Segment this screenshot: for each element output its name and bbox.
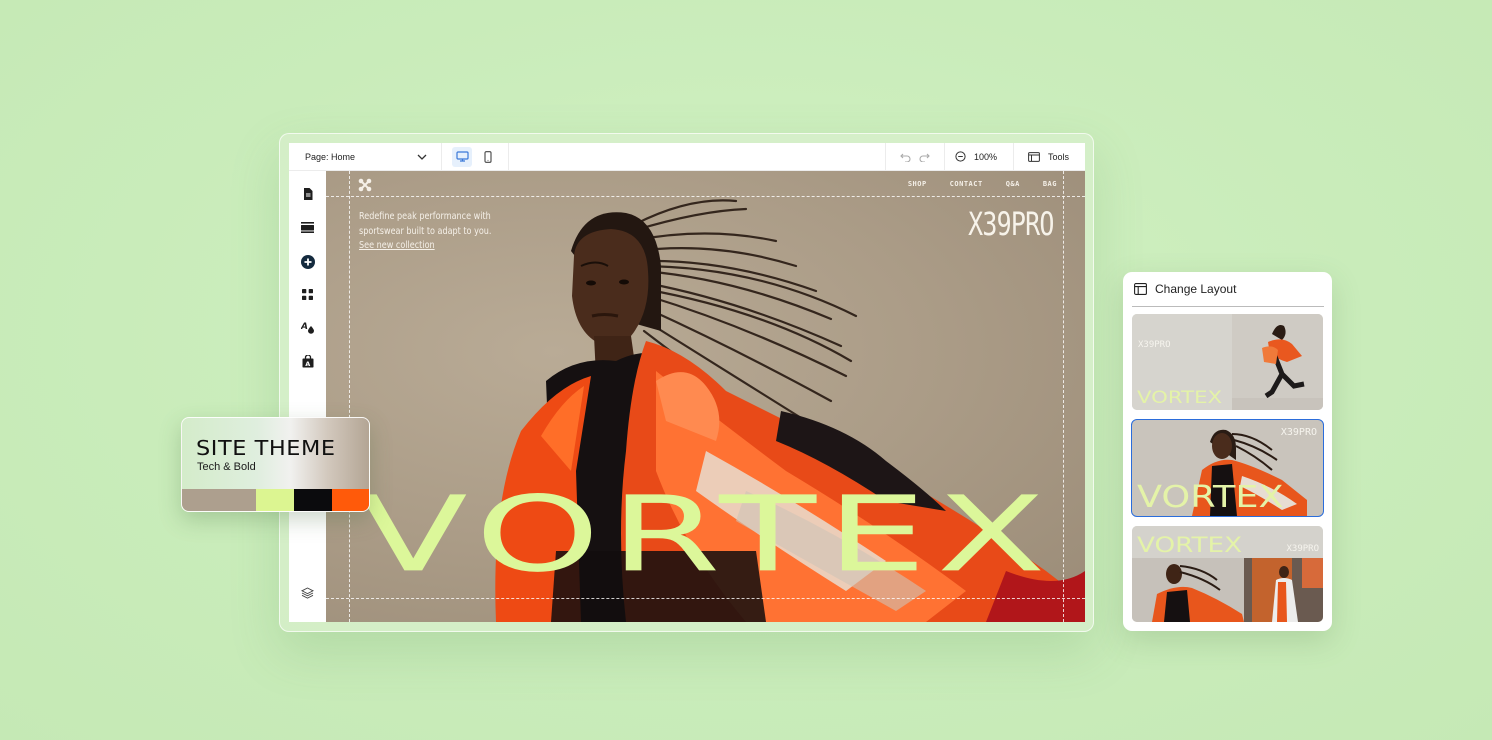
hero-tagline: Redefine peak performance with sportswea…: [359, 211, 492, 237]
add-circle-icon: [300, 254, 315, 269]
sidebar-item-add[interactable]: [298, 252, 317, 271]
device-switcher: [442, 143, 509, 171]
sidebar-item-apps[interactable]: [298, 285, 317, 304]
thumb-brand: X39PRO: [1286, 544, 1319, 554]
zoom-out-button[interactable]: [955, 151, 966, 162]
layout-guide-bottom: [326, 598, 1085, 599]
nav-contact[interactable]: CONTACT: [950, 180, 983, 188]
layout-icon: [1134, 283, 1147, 295]
swatch-taupe[interactable]: [182, 489, 256, 511]
zoom-controls: 100%: [943, 143, 1013, 171]
mobile-view-button[interactable]: [478, 147, 498, 167]
layout-guide-right: [1063, 171, 1064, 622]
thumb-brand: X39PRO: [1280, 427, 1317, 438]
layout-panel-title: Change Layout: [1155, 282, 1237, 296]
page-selector-label: Page: Home: [305, 151, 356, 162]
theme-subtitle: Tech & Bold: [197, 461, 256, 473]
nav-bag[interactable]: BAG: [1043, 180, 1057, 188]
website-editor: Page: Home 100% Tools A A SHOP CONTACT Q…: [289, 143, 1085, 622]
sections-icon: [301, 222, 314, 233]
nav-qa[interactable]: Q&A: [1006, 180, 1020, 188]
swatch-lime[interactable]: [256, 489, 294, 511]
history-controls: [884, 143, 944, 171]
sidebar-item-layers[interactable]: [298, 583, 317, 602]
layout-option-stacked[interactable]: VORTEX X39PRO: [1132, 526, 1323, 622]
sidebar-item-sections[interactable]: [298, 218, 317, 237]
redo-icon: [919, 153, 930, 162]
swatch-black[interactable]: [294, 489, 332, 511]
chevron-down-icon: [417, 154, 427, 160]
desktop-icon: [455, 151, 469, 162]
layout-guide-left: [349, 171, 350, 622]
thumb-brand: X39PRO: [1138, 340, 1171, 350]
x-logo-icon[interactable]: [358, 178, 372, 192]
layout-option-split[interactable]: X39PRO VORTEX: [1132, 314, 1323, 410]
layout-guide-top: [326, 196, 1085, 197]
undo-button[interactable]: [900, 152, 911, 162]
mobile-icon: [484, 150, 492, 163]
undo-icon: [900, 153, 911, 162]
layout-option-hero[interactable]: X39PRO VORTEX: [1131, 419, 1324, 517]
nav-shop[interactable]: SHOP: [908, 180, 927, 188]
desktop-view-button[interactable]: [452, 146, 472, 167]
zoom-out-icon: [955, 151, 966, 162]
thumb-headline: VORTEX: [1137, 533, 1243, 557]
zoom-level[interactable]: 100%: [974, 152, 997, 162]
redo-button[interactable]: [919, 152, 930, 162]
sidebar-item-media[interactable]: A: [298, 352, 317, 371]
svg-text:A: A: [301, 322, 308, 332]
thumb-headline: VORTEX: [1137, 480, 1284, 515]
svg-text:A: A: [305, 360, 310, 368]
thumb-headline: VORTEX: [1137, 388, 1223, 408]
design-fonts-icon: A: [301, 322, 314, 334]
sidebar-item-theme[interactable]: A: [298, 318, 317, 337]
color-palette: [182, 489, 369, 511]
site-canvas[interactable]: SHOP CONTACT Q&A BAG Redefine peak perfo…: [326, 171, 1085, 622]
tools-label: Tools: [1047, 151, 1069, 162]
page-icon: [303, 187, 312, 200]
site-theme-card[interactable]: SITE THEME Tech & Bold: [181, 417, 370, 512]
brand-name: X39PRO: [968, 205, 1055, 243]
page-selector[interactable]: Page: Home: [289, 143, 442, 171]
hero-headline[interactable]: VORTEX: [359, 483, 1056, 587]
layout-divider: [1132, 306, 1324, 307]
layers-icon: [301, 586, 314, 599]
sidebar-item-pages[interactable]: [298, 184, 317, 203]
thumb-runner-image: [1232, 325, 1323, 410]
editor-sidebar: A A: [289, 171, 326, 622]
editor-toolbar: Page: Home 100% Tools: [289, 143, 1085, 171]
tools-panel-icon: [1028, 151, 1040, 162]
face: [572, 229, 649, 345]
thumb-stacked-images: [1152, 558, 1323, 622]
apps-grid-icon: [302, 289, 313, 300]
site-nav: SHOP CONTACT Q&A BAG: [908, 180, 1057, 188]
theme-title: SITE THEME: [196, 436, 336, 460]
layout-panel-header: Change Layout: [1134, 282, 1236, 296]
tools-button[interactable]: Tools: [1012, 143, 1085, 171]
change-layout-panel: Change Layout X39PRO VORTEX X39PRO VORTE…: [1123, 272, 1332, 631]
swatch-orange[interactable]: [332, 489, 369, 511]
text-bag-icon: A: [302, 355, 313, 368]
see-collection-link[interactable]: See new collection: [359, 240, 435, 251]
